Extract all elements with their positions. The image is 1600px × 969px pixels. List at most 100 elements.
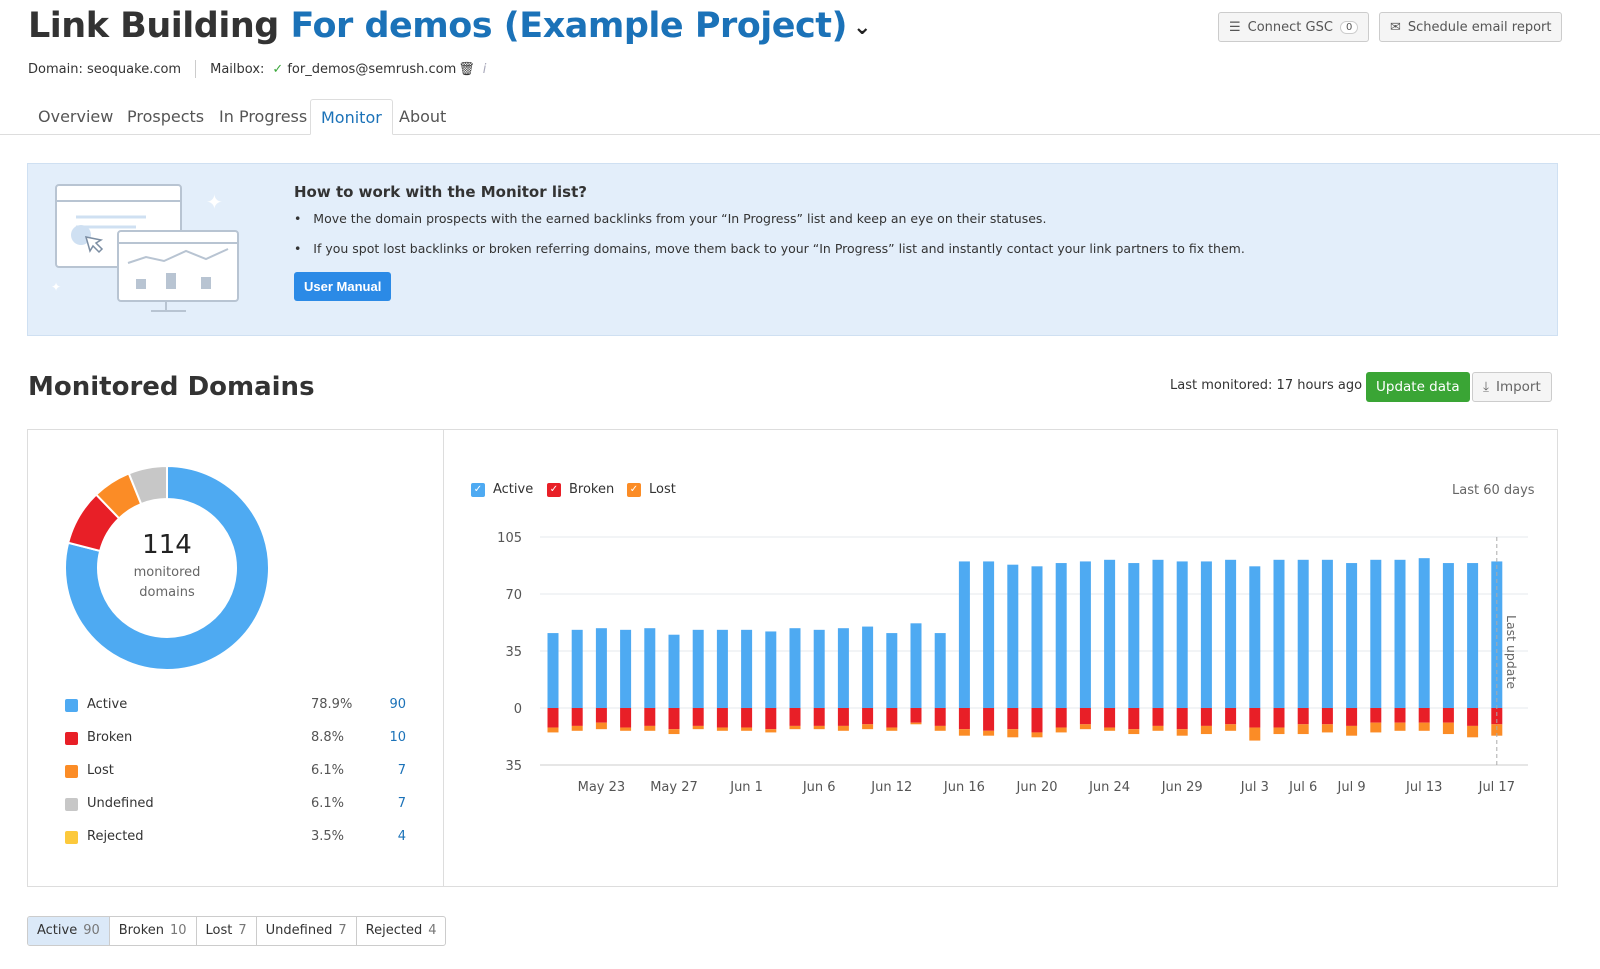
bar-broken[interactable] xyxy=(886,708,898,728)
bar-active[interactable] xyxy=(595,628,607,708)
bar-lost[interactable] xyxy=(837,725,849,731)
bar-lost[interactable] xyxy=(983,730,995,736)
bar-active[interactable] xyxy=(1346,563,1358,708)
filter-rejected[interactable]: Rejected 4 xyxy=(357,917,446,945)
bar-active[interactable] xyxy=(1370,559,1382,708)
bar-broken[interactable] xyxy=(1225,708,1237,725)
bar-active[interactable] xyxy=(1104,559,1116,708)
bar-broken[interactable] xyxy=(571,708,583,726)
bar-active[interactable] xyxy=(620,629,632,708)
bar-broken[interactable] xyxy=(595,708,607,723)
bar-broken[interactable] xyxy=(620,708,632,728)
bar-lost[interactable] xyxy=(1200,725,1212,735)
bar-lost[interactable] xyxy=(958,729,970,736)
bar-lost[interactable] xyxy=(1370,722,1382,733)
bar-lost[interactable] xyxy=(716,727,728,731)
bar-broken[interactable] xyxy=(1176,708,1188,730)
bar-lost[interactable] xyxy=(1152,725,1164,731)
bar-broken[interactable] xyxy=(934,708,946,726)
bar-active[interactable] xyxy=(1273,559,1285,708)
bar-broken[interactable] xyxy=(958,708,970,730)
bar-lost[interactable] xyxy=(862,724,874,730)
bar-active[interactable] xyxy=(1176,561,1188,708)
bar-active[interactable] xyxy=(837,628,849,708)
bar-active[interactable] xyxy=(813,629,825,708)
bar-active[interactable] xyxy=(571,629,583,708)
bar-broken[interactable] xyxy=(1467,708,1479,726)
bar-lost[interactable] xyxy=(789,725,801,730)
bar-active[interactable] xyxy=(1467,563,1479,708)
bar-active[interactable] xyxy=(547,633,559,708)
bar-lost[interactable] xyxy=(1467,725,1479,738)
bar-broken[interactable] xyxy=(1297,708,1309,725)
bar-active[interactable] xyxy=(1442,563,1454,708)
bar-active[interactable] xyxy=(958,561,970,708)
bar-broken[interactable] xyxy=(668,708,680,730)
bar-active[interactable] xyxy=(692,629,704,708)
bar-active[interactable] xyxy=(1079,561,1091,708)
bar-broken[interactable] xyxy=(1007,708,1019,730)
bar-broken[interactable] xyxy=(692,708,704,726)
bar-lost[interactable] xyxy=(1176,729,1188,736)
bar-lost[interactable] xyxy=(1007,729,1019,738)
bar-lost[interactable] xyxy=(1225,724,1237,731)
bar-active[interactable] xyxy=(1055,563,1067,708)
bar-broken[interactable] xyxy=(1273,708,1285,728)
bar-broken[interactable] xyxy=(837,708,849,726)
bar-lost[interactable] xyxy=(692,725,704,730)
bar-active[interactable] xyxy=(765,631,777,708)
bar-broken[interactable] xyxy=(1346,708,1358,726)
bar-lost[interactable] xyxy=(910,722,922,725)
bar-broken[interactable] xyxy=(765,708,777,730)
bar-active[interactable] xyxy=(1394,559,1406,708)
bar-broken[interactable] xyxy=(1031,708,1043,733)
bar-broken[interactable] xyxy=(1104,708,1116,728)
bar-broken[interactable] xyxy=(1055,708,1067,728)
filter-broken[interactable]: Broken 10 xyxy=(110,917,197,945)
bar-broken[interactable] xyxy=(789,708,801,726)
bar-lost[interactable] xyxy=(1297,724,1309,735)
bar-active[interactable] xyxy=(789,628,801,708)
bar-lost[interactable] xyxy=(1442,722,1454,735)
bar-lost[interactable] xyxy=(1346,725,1358,736)
bar-lost[interactable] xyxy=(1079,724,1091,730)
bar-lost[interactable] xyxy=(571,725,583,731)
bar-lost[interactable] xyxy=(765,729,777,733)
bar-lost[interactable] xyxy=(595,722,607,730)
bar-broken[interactable] xyxy=(644,708,656,726)
bar-lost[interactable] xyxy=(1128,729,1140,735)
bar-broken[interactable] xyxy=(741,708,753,728)
bar-active[interactable] xyxy=(1200,561,1212,708)
bar-active[interactable] xyxy=(668,634,680,708)
bar-lost[interactable] xyxy=(644,725,656,731)
bar-lost[interactable] xyxy=(1055,727,1067,733)
bar-active[interactable] xyxy=(910,623,922,708)
bar-active[interactable] xyxy=(1321,559,1333,708)
bar-active[interactable] xyxy=(886,633,898,708)
bar-active[interactable] xyxy=(1297,559,1309,708)
bar-lost[interactable] xyxy=(1418,722,1430,731)
bar-active[interactable] xyxy=(644,628,656,708)
bar-broken[interactable] xyxy=(910,708,922,723)
bar-lost[interactable] xyxy=(1104,727,1116,731)
bar-broken[interactable] xyxy=(1200,708,1212,726)
bar-broken[interactable] xyxy=(1394,708,1406,723)
bar-lost[interactable] xyxy=(668,729,680,735)
filter-undefined[interactable]: Undefined 7 xyxy=(257,917,357,945)
bar-lost[interactable] xyxy=(741,727,753,731)
bar-broken[interactable] xyxy=(1079,708,1091,725)
bar-lost[interactable] xyxy=(1321,724,1333,733)
bar-broken[interactable] xyxy=(716,708,728,728)
bar-broken[interactable] xyxy=(1418,708,1430,723)
bar-broken[interactable] xyxy=(547,708,559,728)
bar-active[interactable] xyxy=(934,633,946,708)
bar-active[interactable] xyxy=(741,629,753,708)
bar-active[interactable] xyxy=(1418,558,1430,708)
bar-broken[interactable] xyxy=(1370,708,1382,723)
bar-active[interactable] xyxy=(716,629,728,708)
bar-lost[interactable] xyxy=(1273,727,1285,735)
bar-lost[interactable] xyxy=(1394,722,1406,731)
bar-active[interactable] xyxy=(1031,566,1043,708)
bar-broken[interactable] xyxy=(862,708,874,725)
filter-active[interactable]: Active 90 xyxy=(28,917,110,945)
